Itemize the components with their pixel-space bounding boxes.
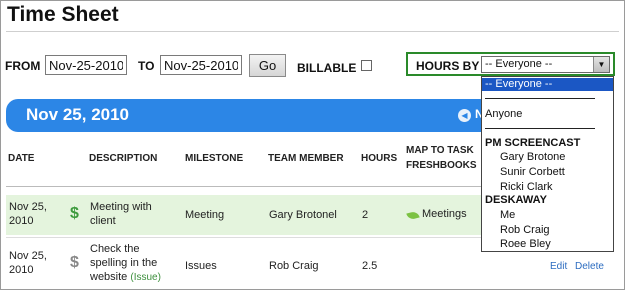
title-divider bbox=[6, 31, 619, 32]
header-map-to-task-line1: MAP TO TASK bbox=[406, 145, 474, 156]
dropdown-option-anyone[interactable]: Anyone bbox=[482, 108, 613, 121]
dropdown-group-deskaway: DESKAWAY bbox=[485, 194, 547, 206]
row-description: Check the spelling in the website (Issue… bbox=[90, 242, 161, 285]
dropdown-separator bbox=[485, 98, 595, 99]
dropdown-option-member[interactable]: Sunir Corbett bbox=[482, 166, 613, 179]
row-description-line2: spelling in the bbox=[90, 257, 158, 269]
edit-link[interactable]: Edit bbox=[550, 261, 567, 272]
row-description-line3: website bbox=[90, 271, 128, 283]
delete-link[interactable]: Delete bbox=[575, 261, 604, 272]
current-date: Nov 25, 2010 bbox=[26, 105, 130, 124]
dropdown-option-member[interactable]: Me bbox=[482, 209, 613, 222]
hours-by-filter: HOURS BY -- Everyone -- ▼ bbox=[406, 52, 615, 76]
page-title: Time Sheet bbox=[7, 3, 119, 26]
header-map-to-task-line2: FRESHBOOKS bbox=[406, 160, 477, 171]
hours-by-dropdown-list[interactable]: -- Everyone -- Anyone PM SCREENCAST Gary… bbox=[481, 76, 614, 252]
leaf-icon bbox=[406, 210, 420, 221]
header-divider bbox=[6, 186, 496, 187]
row-task: Meetings bbox=[422, 208, 467, 220]
go-button[interactable]: Go bbox=[249, 54, 286, 77]
hours-by-label: HOURS BY bbox=[416, 59, 480, 73]
prev-arrow-icon[interactable]: ◀ bbox=[458, 109, 471, 122]
row-team-member: Gary Brotonel bbox=[269, 209, 337, 221]
billable-label: BILLABLE bbox=[297, 61, 357, 75]
table-row[interactable]: Nov 25, 2010 $ Meeting with client Meeti… bbox=[6, 195, 496, 235]
header-milestone: MILESTONE bbox=[185, 153, 244, 164]
hours-by-selected-value: -- Everyone -- bbox=[485, 58, 553, 70]
billable-checkbox[interactable] bbox=[361, 60, 372, 71]
to-label: TO bbox=[138, 59, 155, 73]
row-hours: 2.5 bbox=[362, 260, 378, 272]
dropdown-option-member[interactable]: Rob Craig bbox=[482, 224, 613, 237]
row-milestone: Meeting bbox=[185, 209, 225, 221]
header-description: DESCRIPTION bbox=[89, 153, 158, 164]
row-description: Meeting with client bbox=[90, 200, 152, 228]
date-header-bar: Nov 25, 2010 ◀ N bbox=[6, 99, 526, 132]
issue-tag[interactable]: (Issue) bbox=[130, 272, 161, 283]
hours-by-select[interactable]: -- Everyone -- ▼ bbox=[481, 56, 610, 73]
row-hours: 2 bbox=[362, 209, 369, 221]
header-map-to-task: MAP TO TASK FRESHBOOKS bbox=[406, 145, 477, 172]
row-date: Nov 25, 2010 bbox=[9, 249, 47, 277]
timesheet-panel: Time Sheet FROM TO Go BILLABLE HOURS BY … bbox=[0, 0, 625, 290]
dropdown-option-member[interactable]: Roee Bley bbox=[482, 238, 613, 251]
row-description-line2: client bbox=[90, 215, 116, 227]
dollar-icon: $ bbox=[70, 205, 79, 222]
from-date-input[interactable] bbox=[45, 55, 127, 75]
header-hours: HOURS bbox=[361, 153, 398, 164]
row-date-line2: 2010 bbox=[9, 215, 34, 227]
table-row[interactable]: Nov 25, 2010 $ Check the spelling in the… bbox=[6, 237, 604, 288]
from-label: FROM bbox=[5, 59, 41, 73]
dropdown-arrow-icon[interactable]: ▼ bbox=[593, 57, 609, 72]
row-date: Nov 25, 2010 bbox=[9, 200, 47, 228]
dropdown-option-member[interactable]: Ricki Clark bbox=[482, 181, 613, 194]
dropdown-option-member[interactable]: Gary Brotone bbox=[482, 151, 613, 164]
to-date-input[interactable] bbox=[160, 55, 242, 75]
dropdown-group-pm-screencast: PM SCREENCAST bbox=[485, 137, 581, 149]
header-date: DATE bbox=[8, 153, 35, 164]
row-team-member: Rob Craig bbox=[269, 260, 319, 272]
row-date-line1: Nov 25, bbox=[9, 250, 47, 262]
dropdown-option-everyone[interactable]: -- Everyone -- bbox=[482, 78, 613, 91]
dollar-icon: $ bbox=[70, 254, 79, 271]
row-milestone: Issues bbox=[185, 260, 217, 272]
header-team-member: TEAM MEMBER bbox=[268, 153, 344, 164]
dropdown-separator bbox=[485, 128, 595, 129]
row-description-line1: Meeting with bbox=[90, 201, 152, 213]
row-date-line2: 2010 bbox=[9, 264, 34, 276]
row-date-line1: Nov 25, bbox=[9, 201, 47, 213]
row-description-line1: Check the bbox=[90, 243, 140, 255]
